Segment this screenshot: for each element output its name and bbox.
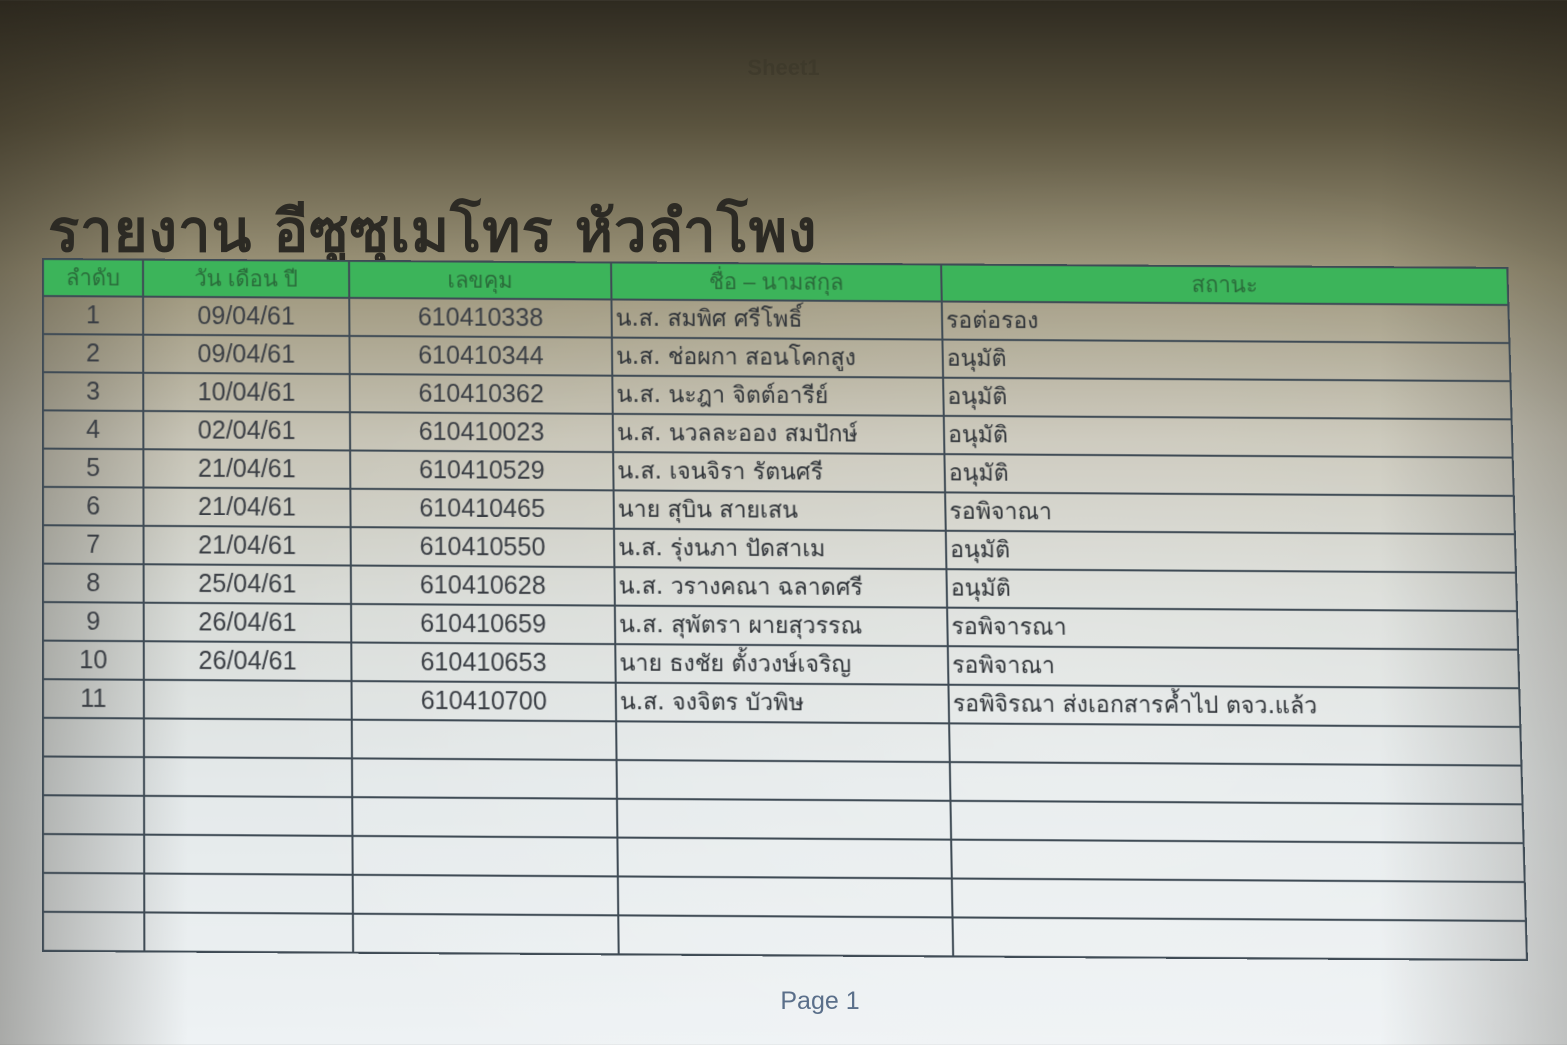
cell-full-name: น.ส. สุพัตรา ผายสุวรรณ — [614, 605, 948, 647]
header-cell-order: ลำดับ — [43, 259, 144, 297]
cell-full-name: น.ส. นวลละออง สมปักษ์ — [612, 413, 945, 455]
cell-status: อนุมัติ — [945, 530, 1516, 573]
cell-control-number: 610410628 — [350, 565, 615, 606]
cell-control-number — [352, 797, 618, 838]
cell-order: 2 — [43, 334, 144, 373]
cell-control-number: 610410659 — [351, 603, 616, 645]
cell-order: 1 — [43, 296, 144, 335]
cell-status: รอพิจารณา — [947, 607, 1519, 650]
cell-full-name: น.ส. วรางคณา ฉลาดศรี — [614, 567, 948, 608]
cell-date: 09/04/61 — [143, 296, 350, 336]
cell-order: 3 — [43, 372, 144, 411]
header-cell-status: สถานะ — [941, 264, 1509, 305]
cell-control-number: 610410362 — [349, 374, 613, 414]
cell-date — [144, 795, 353, 836]
header-cell-date: วัน เดือน ปี — [143, 259, 350, 298]
header-cell-full-name: ชื่อ – นามสกุล — [611, 262, 942, 302]
cell-status — [952, 917, 1527, 960]
cell-date: 26/04/61 — [143, 602, 352, 643]
cell-status: รอต่อรอง — [941, 301, 1510, 344]
cell-date: 21/04/61 — [143, 487, 351, 528]
cell-full-name: น.ส. จงจิตร บัวพิษ — [615, 682, 950, 724]
cell-status — [950, 800, 1524, 844]
cell-full-name — [616, 798, 952, 840]
cell-order: 7 — [43, 525, 144, 565]
cell-full-name: น.ส. เจนจิรา รัตนศรี — [613, 452, 946, 493]
cell-status: รอพิจาณา — [947, 646, 1520, 689]
cell-control-number — [352, 874, 619, 916]
cell-full-name: น.ส. รุ่งนภา ปัดสาเม — [613, 528, 947, 570]
cell-date — [143, 718, 352, 759]
cell-control-number: 610410344 — [349, 335, 613, 376]
header-cell-control-number: เลขคุม — [349, 260, 612, 300]
cell-control-number: 610410023 — [349, 412, 614, 453]
cell-control-number: 610410529 — [350, 450, 614, 491]
cell-order: 8 — [43, 563, 144, 603]
cell-order — [43, 717, 144, 758]
table-row — [43, 911, 1527, 960]
cell-control-number — [352, 835, 618, 877]
cell-status — [951, 878, 1526, 921]
cell-date — [144, 912, 354, 953]
cell-order — [43, 911, 145, 952]
cell-status: อนุมัติ — [946, 569, 1518, 612]
cell-status — [949, 723, 1522, 766]
cell-order: 4 — [43, 410, 144, 450]
cell-order: 10 — [43, 640, 144, 680]
cell-order: 11 — [43, 679, 144, 719]
cell-order — [43, 756, 145, 796]
cell-control-number: 610410653 — [351, 642, 616, 683]
cell-full-name: นาย สุบิน สายเสน — [613, 490, 946, 531]
cell-control-number — [351, 719, 617, 761]
cell-date — [144, 834, 353, 875]
cell-date — [143, 679, 352, 720]
cell-control-number: 610410465 — [350, 488, 614, 529]
cell-date: 09/04/61 — [143, 334, 350, 375]
cell-full-name — [616, 760, 951, 801]
cell-control-number — [352, 913, 619, 955]
cell-control-number — [351, 758, 617, 799]
cell-order: 9 — [43, 602, 144, 642]
cell-status — [949, 762, 1523, 805]
cell-date: 10/04/61 — [143, 372, 350, 413]
cell-date: 21/04/61 — [143, 449, 351, 489]
cell-order — [43, 795, 145, 835]
cell-full-name: น.ส. นะฎา จิตต์อารีย์ — [612, 375, 944, 416]
cell-order: 6 — [43, 486, 144, 526]
sheet-name-header: Sheet1 — [747, 55, 820, 80]
cell-full-name — [618, 915, 954, 957]
cell-status: รอพิจาณา — [945, 492, 1515, 535]
cell-date: 21/04/61 — [143, 525, 351, 566]
cell-status: อนุมัติ — [943, 377, 1512, 420]
cell-date — [143, 757, 353, 798]
cell-full-name: น.ส. สมพิศ ศรีโพธิ์ — [611, 299, 943, 340]
cell-status: อนุมัติ — [943, 415, 1513, 458]
table-body: 1 09/04/61 610410338 น.ส. สมพิศ ศรีโพธิ์ รอต… — [43, 296, 1527, 960]
cell-date: 26/04/61 — [143, 641, 352, 682]
cell-full-name — [616, 721, 950, 763]
cell-status — [951, 839, 1525, 883]
cell-full-name — [617, 837, 952, 879]
cell-order — [43, 872, 145, 913]
report-table: ลำดับ วัน เดือน ปี เลขคุม ชื่อ – นามสกุล… — [42, 258, 1528, 961]
cell-full-name: น.ส. ช่อผกา สอนโคกสูง — [611, 337, 944, 378]
cell-date: 25/04/61 — [143, 564, 352, 604]
cell-order: 5 — [43, 448, 144, 488]
cell-full-name: นาย ธงชัย ตั้งวงษ์เจริญ — [615, 644, 949, 685]
cell-control-number: 610410700 — [351, 681, 617, 722]
cell-status: อนุมัติ — [942, 339, 1511, 382]
cell-control-number: 610410550 — [350, 527, 615, 568]
cell-order — [43, 834, 145, 874]
cell-control-number: 610410338 — [349, 297, 612, 338]
cell-full-name — [617, 876, 953, 918]
cell-date — [144, 873, 353, 914]
cell-date: 02/04/61 — [143, 410, 351, 451]
page-number-label: Page 1 — [780, 987, 860, 1015]
cell-status: อนุมัติ — [944, 454, 1514, 496]
cell-status: รอพิจิรณา ส่งเอกสารค้ำไป ตจว.แล้ว — [948, 684, 1521, 727]
